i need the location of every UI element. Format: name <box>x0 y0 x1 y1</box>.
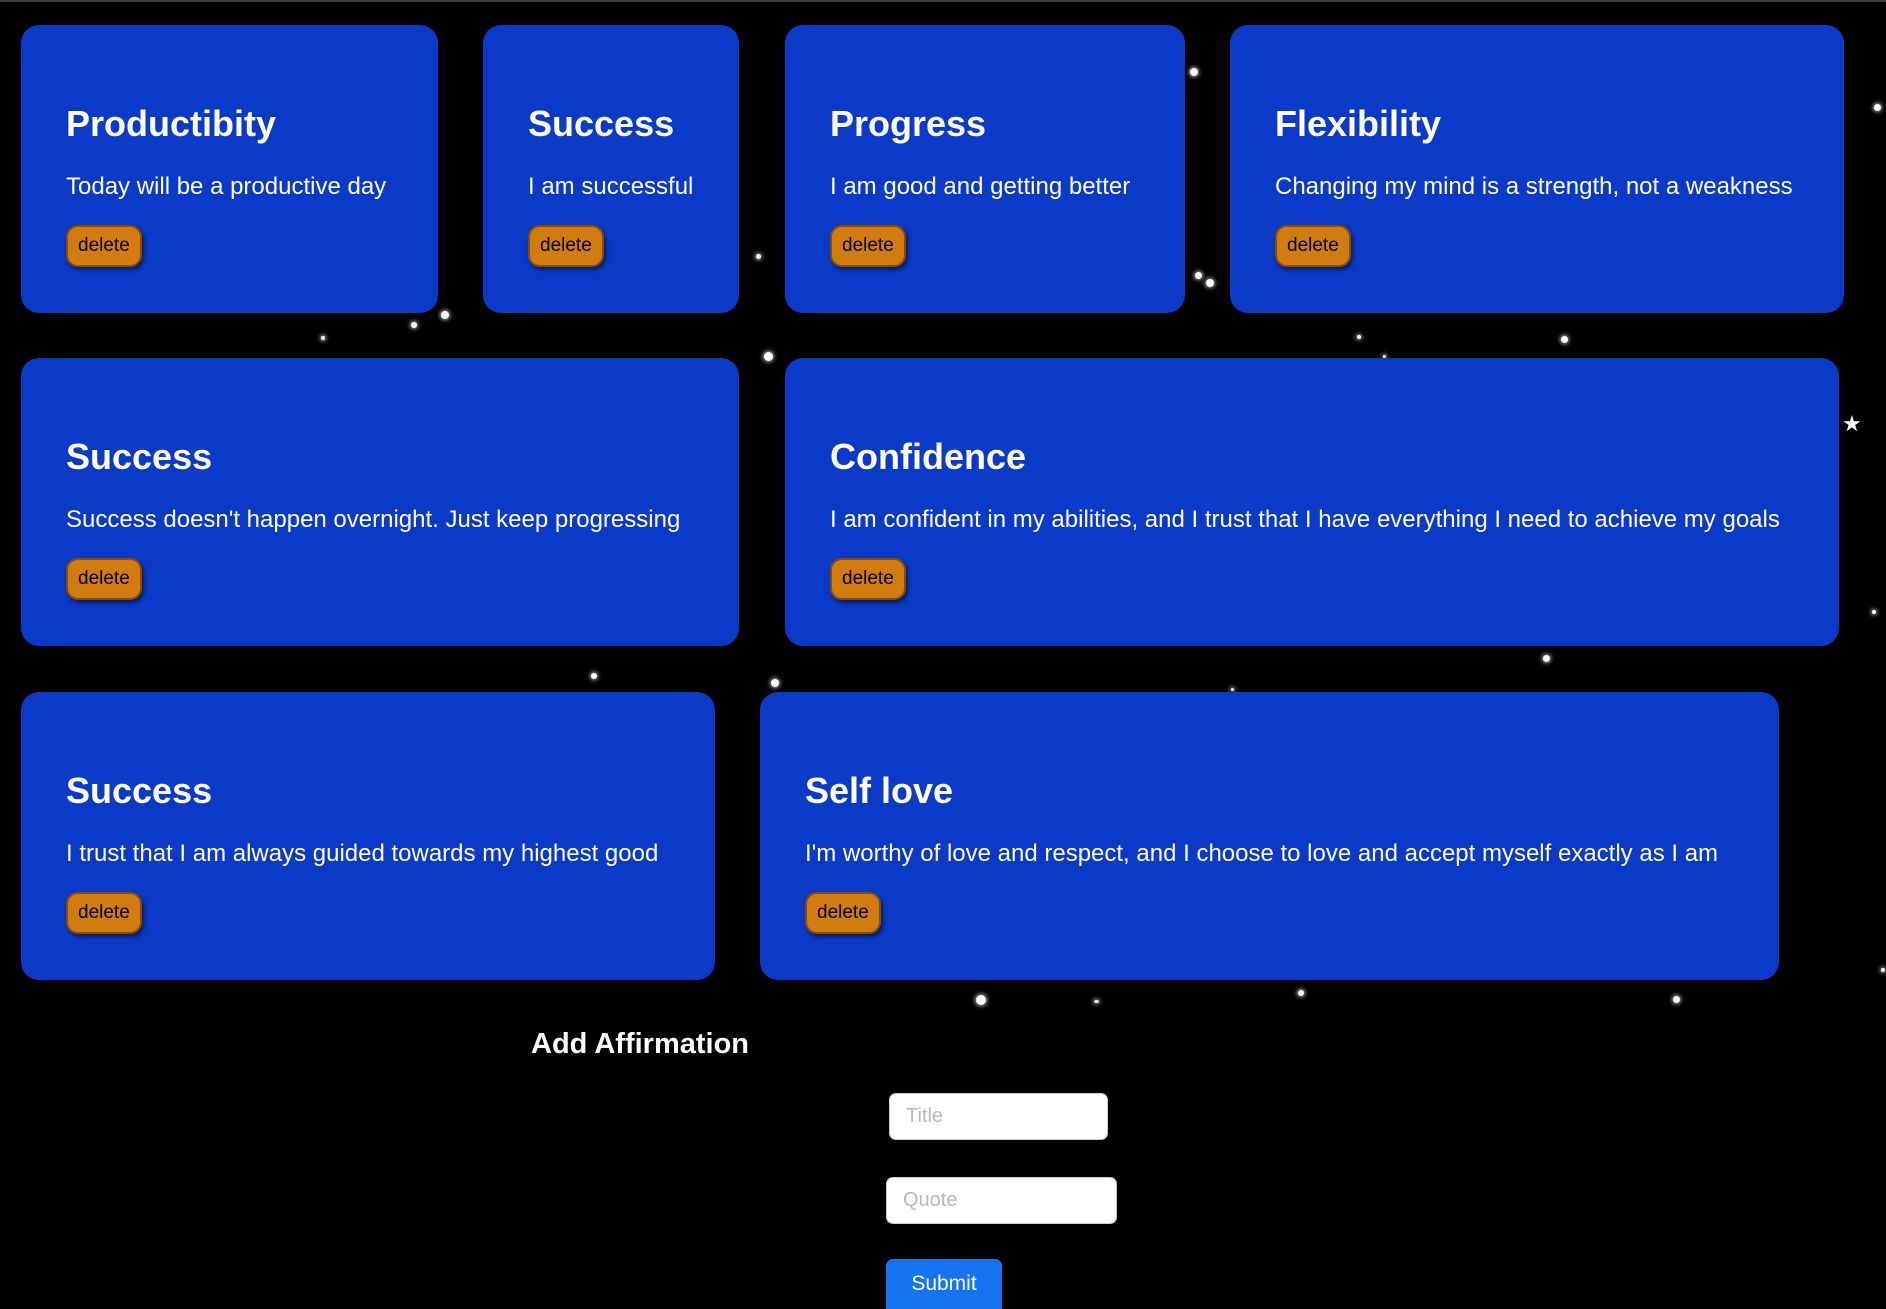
affirmation-title: Success <box>528 103 675 144</box>
star <box>1357 335 1361 339</box>
affirmation-title: Progress <box>830 103 987 144</box>
title-input[interactable] <box>889 1093 1108 1140</box>
affirmation-quote: I am good and getting better <box>830 173 1131 200</box>
star <box>1561 336 1568 343</box>
star <box>764 352 773 361</box>
affirmation-card: Self love I'm worthy of love and respect… <box>760 692 1779 980</box>
star <box>976 995 986 1005</box>
star <box>1206 279 1214 287</box>
affirmation-title: Confidence <box>830 436 1027 477</box>
star <box>1190 68 1198 76</box>
affirmation-card: Flexibility Changing my mind is a streng… <box>1230 25 1844 313</box>
star <box>1094 1000 1099 1003</box>
affirmation-title: Flexibility <box>1275 103 1442 144</box>
star <box>411 322 417 328</box>
affirmation-title: Success <box>66 770 213 811</box>
affirmation-quote: Today will be a productive day <box>66 173 387 200</box>
affirmation-title: Productibity <box>66 103 277 144</box>
star <box>1881 968 1885 972</box>
form-heading: Add Affirmation <box>531 1028 750 1060</box>
affirmation-quote: I trust that I am always guided towards … <box>66 840 659 867</box>
affirmation-card: Success I trust that I am always guided … <box>21 692 715 980</box>
star <box>756 254 761 259</box>
delete-button[interactable]: delete <box>830 558 906 600</box>
quote-input[interactable] <box>886 1177 1117 1224</box>
delete-button[interactable]: delete <box>66 225 142 267</box>
delete-button[interactable]: delete <box>830 225 906 267</box>
affirmation-card: Success Success doesn't happen overnight… <box>21 358 739 646</box>
star-sparkle-icon: ★ <box>1842 412 1862 437</box>
delete-button[interactable]: delete <box>66 558 142 600</box>
affirmation-quote: I am confident in my abilities, and I tr… <box>830 506 1780 533</box>
star <box>441 311 449 319</box>
star <box>591 673 597 679</box>
star <box>1874 104 1881 111</box>
star <box>1298 990 1304 996</box>
star <box>1673 996 1680 1003</box>
star <box>1195 272 1202 279</box>
delete-button[interactable]: delete <box>66 892 142 934</box>
affirmation-card: Success I am successful delete <box>483 25 739 313</box>
affirmation-card: Progress I am good and getting better de… <box>785 25 1185 313</box>
delete-button[interactable]: delete <box>805 892 881 934</box>
star <box>1231 688 1234 691</box>
delete-button[interactable]: delete <box>1275 225 1351 267</box>
affirmation-quote: Success doesn't happen overnight. Just k… <box>66 506 681 533</box>
star <box>771 679 779 687</box>
star <box>1872 610 1876 614</box>
affirmation-card: Confidence I am confident in my abilitie… <box>785 358 1839 646</box>
window-top-border <box>0 0 1886 2</box>
affirmation-title: Self love <box>805 770 954 811</box>
star <box>321 336 325 340</box>
affirmation-quote: Changing my mind is a strength, not a we… <box>1275 173 1793 200</box>
affirmation-quote: I'm worthy of love and respect, and I ch… <box>805 840 1719 867</box>
affirmation-card: Productibity Today will be a productive … <box>21 25 438 313</box>
affirmation-title: Success <box>66 436 213 477</box>
star <box>1543 655 1550 662</box>
delete-button[interactable]: delete <box>528 225 604 267</box>
affirmation-quote: I am successful <box>528 173 694 200</box>
submit-button[interactable]: Submit <box>886 1259 1002 1309</box>
